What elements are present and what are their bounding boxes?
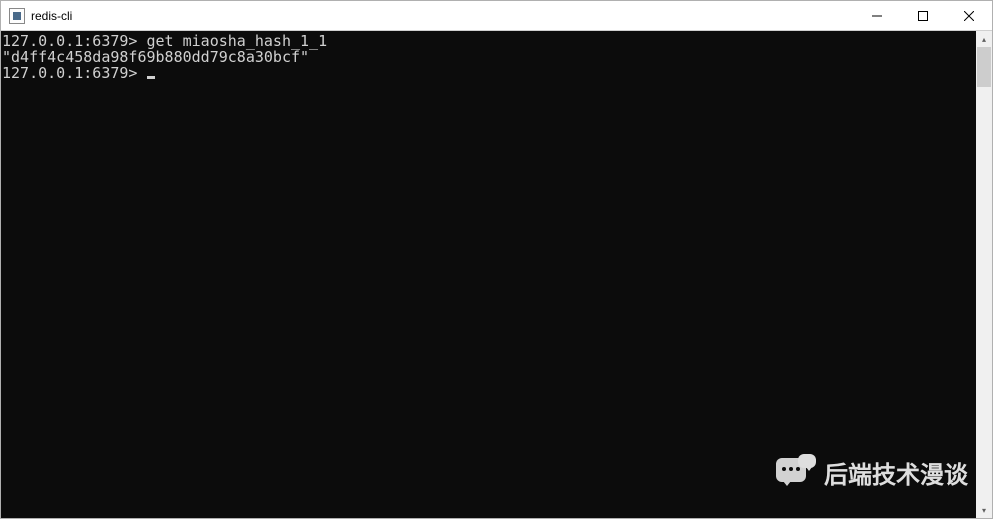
close-button[interactable] — [946, 1, 992, 30]
scroll-up-button[interactable]: ▴ — [976, 31, 992, 47]
maximize-button[interactable] — [900, 1, 946, 30]
prompt: 127.0.0.1:6379> — [2, 64, 137, 82]
terminal-area: 127.0.0.1:6379> get miaosha_hash_1_1 "d4… — [1, 31, 992, 518]
terminal[interactable]: 127.0.0.1:6379> get miaosha_hash_1_1 "d4… — [1, 31, 976, 518]
app-icon — [9, 8, 25, 24]
scroll-down-button[interactable]: ▾ — [976, 502, 992, 518]
cursor — [147, 76, 155, 79]
app-window: redis-cli 127.0.0.1:6379> get miaosha_ha… — [0, 0, 993, 519]
minimize-button[interactable] — [854, 1, 900, 30]
titlebar[interactable]: redis-cli — [1, 1, 992, 31]
scroll-thumb[interactable] — [977, 47, 991, 87]
window-controls — [854, 1, 992, 30]
vertical-scrollbar[interactable]: ▴ ▾ — [976, 31, 992, 518]
window-title: redis-cli — [31, 9, 72, 23]
